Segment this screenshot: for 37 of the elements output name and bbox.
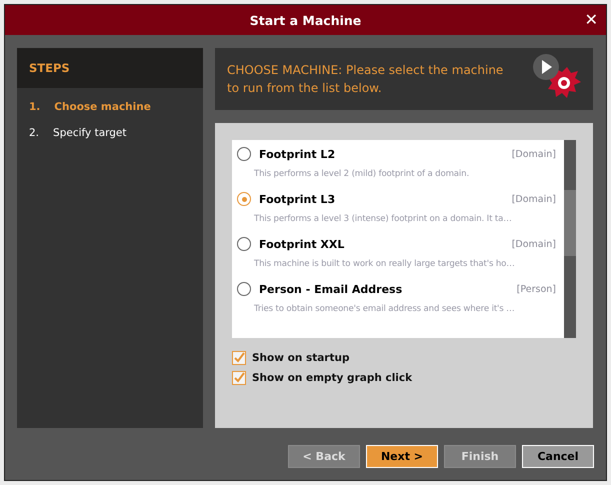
machine-description: This performs a level 3 (intense) footprint on a domain. It ta… — [254, 214, 513, 224]
step-item[interactable]: 2. Specify target — [17, 120, 203, 146]
machine-item[interactable]: Footprint XXL [Domain] This machine is built to work on really large targets that's ho… — [232, 230, 564, 275]
dialog-button[interactable]: Next > — [366, 445, 438, 468]
checkbox-label: Show on empty graph click — [252, 372, 412, 384]
dialog-button[interactable]: Cancel — [522, 445, 594, 468]
step-label: Choose machine — [54, 101, 151, 113]
machine-description: Tries to obtain someone's email address and sees where it's … — [254, 304, 516, 314]
checkbox[interactable] — [232, 371, 246, 385]
machine-name: Footprint XXL — [259, 238, 344, 250]
step-number: 2. — [29, 127, 40, 139]
radio-button[interactable] — [237, 282, 251, 296]
radio-button[interactable] — [237, 192, 251, 206]
checkbox-label: Show on startup — [252, 352, 350, 364]
machine-description: This performs a level 2 (mild) footprint of a domain. — [254, 169, 470, 179]
window-title: Start a Machine — [250, 12, 362, 28]
steps-heading: STEPS — [17, 48, 203, 88]
machine-description: This machine is built to work on really large targets that's ho… — [254, 259, 516, 269]
machine-type: [Domain] — [512, 148, 556, 160]
machine-type: [Domain] — [512, 194, 556, 204]
close-button[interactable]: ✕ — [584, 10, 598, 29]
machine-item[interactable]: Footprint L2 [Domain] This performs a level 2 (mild) footprint of a domain. — [232, 140, 564, 185]
scrollbar[interactable] — [564, 140, 576, 338]
radio-button[interactable] — [237, 147, 251, 161]
machine-type: [Person] — [516, 284, 556, 294]
checkbox[interactable] — [232, 351, 246, 365]
header-text: CHOOSE MACHINE: Please select the machine to run from the list below. — [227, 62, 504, 97]
machine-name: Footprint L3 — [259, 192, 336, 206]
machine-item[interactable]: Person - Email Address [Person] Tries to obtain someone's email address and sees where it's … — [232, 275, 564, 320]
step-number: 1. — [29, 101, 40, 113]
machine-name: Person - Email Address — [259, 282, 402, 296]
machine-item[interactable]: Footprint L3 [Domain] This performs a level 3 (intense) footprint on a domain. It ta… — [232, 185, 564, 230]
machine-type: [Domain] — [512, 238, 556, 250]
machine-name: Footprint L2 — [259, 148, 336, 160]
step-item[interactable]: 1. Choose machine — [17, 94, 203, 120]
step-label: Specify target — [53, 127, 127, 139]
radio-button[interactable] — [237, 237, 251, 251]
